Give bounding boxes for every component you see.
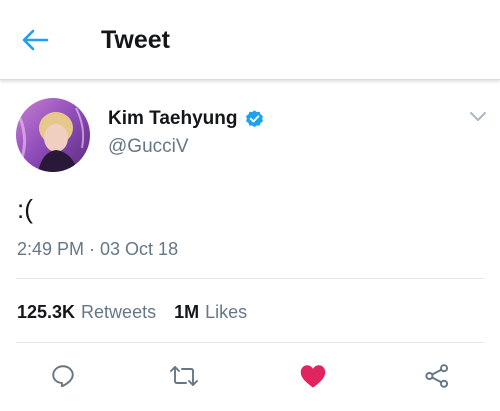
back-button[interactable] xyxy=(20,24,60,56)
tweet-timestamp: 2:49 PM · 03 Oct 18 xyxy=(17,239,179,259)
retweets-stat[interactable]: 125.3K Retweets xyxy=(17,301,156,323)
share-button[interactable] xyxy=(419,358,455,394)
verified-badge-icon xyxy=(244,109,265,130)
likes-label: Likes xyxy=(205,302,248,322)
chevron-down-icon xyxy=(470,112,486,121)
likes-stat[interactable]: 1M Likes xyxy=(174,301,247,323)
top-app-bar: Tweet xyxy=(0,0,500,80)
reply-icon xyxy=(52,365,74,388)
divider xyxy=(16,278,484,279)
like-button[interactable] xyxy=(295,358,331,394)
retweets-label: Retweets xyxy=(81,302,157,322)
retweet-button[interactable] xyxy=(166,358,202,394)
avatar-image xyxy=(16,98,90,172)
share-icon xyxy=(425,364,449,388)
author-name-row[interactable]: Kim Taehyung xyxy=(108,106,265,132)
tweet-actions xyxy=(0,358,500,394)
author-name: Kim Taehyung xyxy=(108,108,238,129)
back-arrow-icon xyxy=(22,29,49,51)
author-handle[interactable]: @GucciV xyxy=(108,135,189,159)
divider xyxy=(16,342,484,343)
tweet-menu-button[interactable] xyxy=(466,106,490,126)
tweet-text: :( xyxy=(17,194,33,224)
avatar[interactable] xyxy=(16,98,90,172)
retweet-icon xyxy=(170,366,198,386)
retweets-count: 125.3K xyxy=(17,302,76,322)
heart-icon xyxy=(300,365,326,388)
tweet-stats: 125.3K Retweets 1M Likes xyxy=(17,300,265,324)
likes-count: 1M xyxy=(174,302,200,322)
page-title: Tweet xyxy=(101,26,170,54)
reply-button[interactable] xyxy=(45,358,81,394)
